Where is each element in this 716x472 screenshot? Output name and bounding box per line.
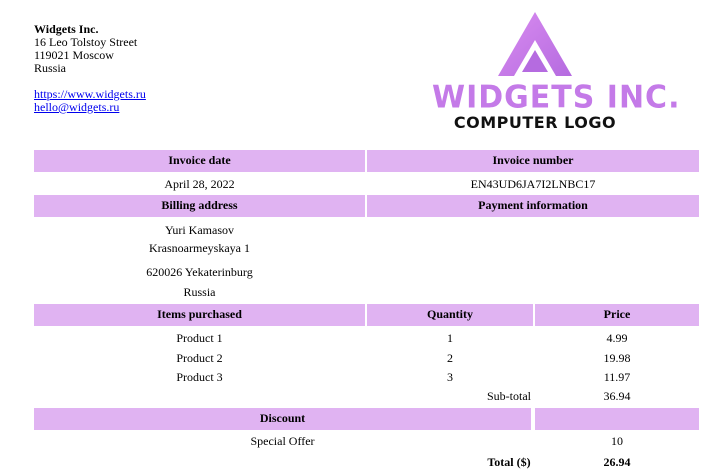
item-price: 19.98 [603,351,631,365]
item-name: Product 3 [176,370,223,384]
invoice-number-value: EN43UD6JA7I2LNBC17 [470,177,596,191]
item-price: 4.99 [606,331,628,345]
invoice-number-header: Invoice number [367,150,699,172]
billing-name: Yuri Kamasov [165,223,234,237]
total-value: 26.94 [603,455,631,469]
discount-header-spacer [535,408,699,430]
billing-city: 620026 Yekaterinburg [146,265,253,279]
logo-title: WIDGETS INC. [432,79,681,116]
item-quantity: 1 [447,331,453,345]
subtotal-value: 36.94 [603,389,631,403]
quantity-header: Quantity [367,304,533,326]
company-address: Widgets Inc. 16 Leo Tolstoy Street 11902… [34,23,146,114]
item-price: 11.97 [603,370,631,384]
invoice-date-value: April 28, 2022 [164,177,235,191]
item-name: Product 1 [176,331,223,345]
billing-address-header: Billing address [34,195,365,217]
company-logo: WIDGETS INC. COMPUTER LOGO [432,10,681,134]
discount-header: Discount [34,408,531,430]
items-purchased-header: Items purchased [34,304,365,326]
discount-amount: 10 [611,434,623,448]
company-country: Russia [34,61,67,75]
billing-street: Krasnoarmeyskaya 1 [149,241,250,255]
item-quantity: 2 [447,351,453,365]
invoice-date-header: Invoice date [34,150,365,172]
item-quantity: 3 [447,370,453,384]
discount-name: Special Offer [250,434,315,448]
price-header: Price [535,304,699,326]
billing-country: Russia [183,285,216,299]
triangle-a-icon [498,12,572,76]
company-email-link[interactable]: hello@widgets.ru [34,101,146,114]
payment-information-header: Payment information [367,195,699,217]
item-name: Product 2 [176,351,223,365]
logo-subtitle: COMPUTER LOGO [453,113,617,132]
